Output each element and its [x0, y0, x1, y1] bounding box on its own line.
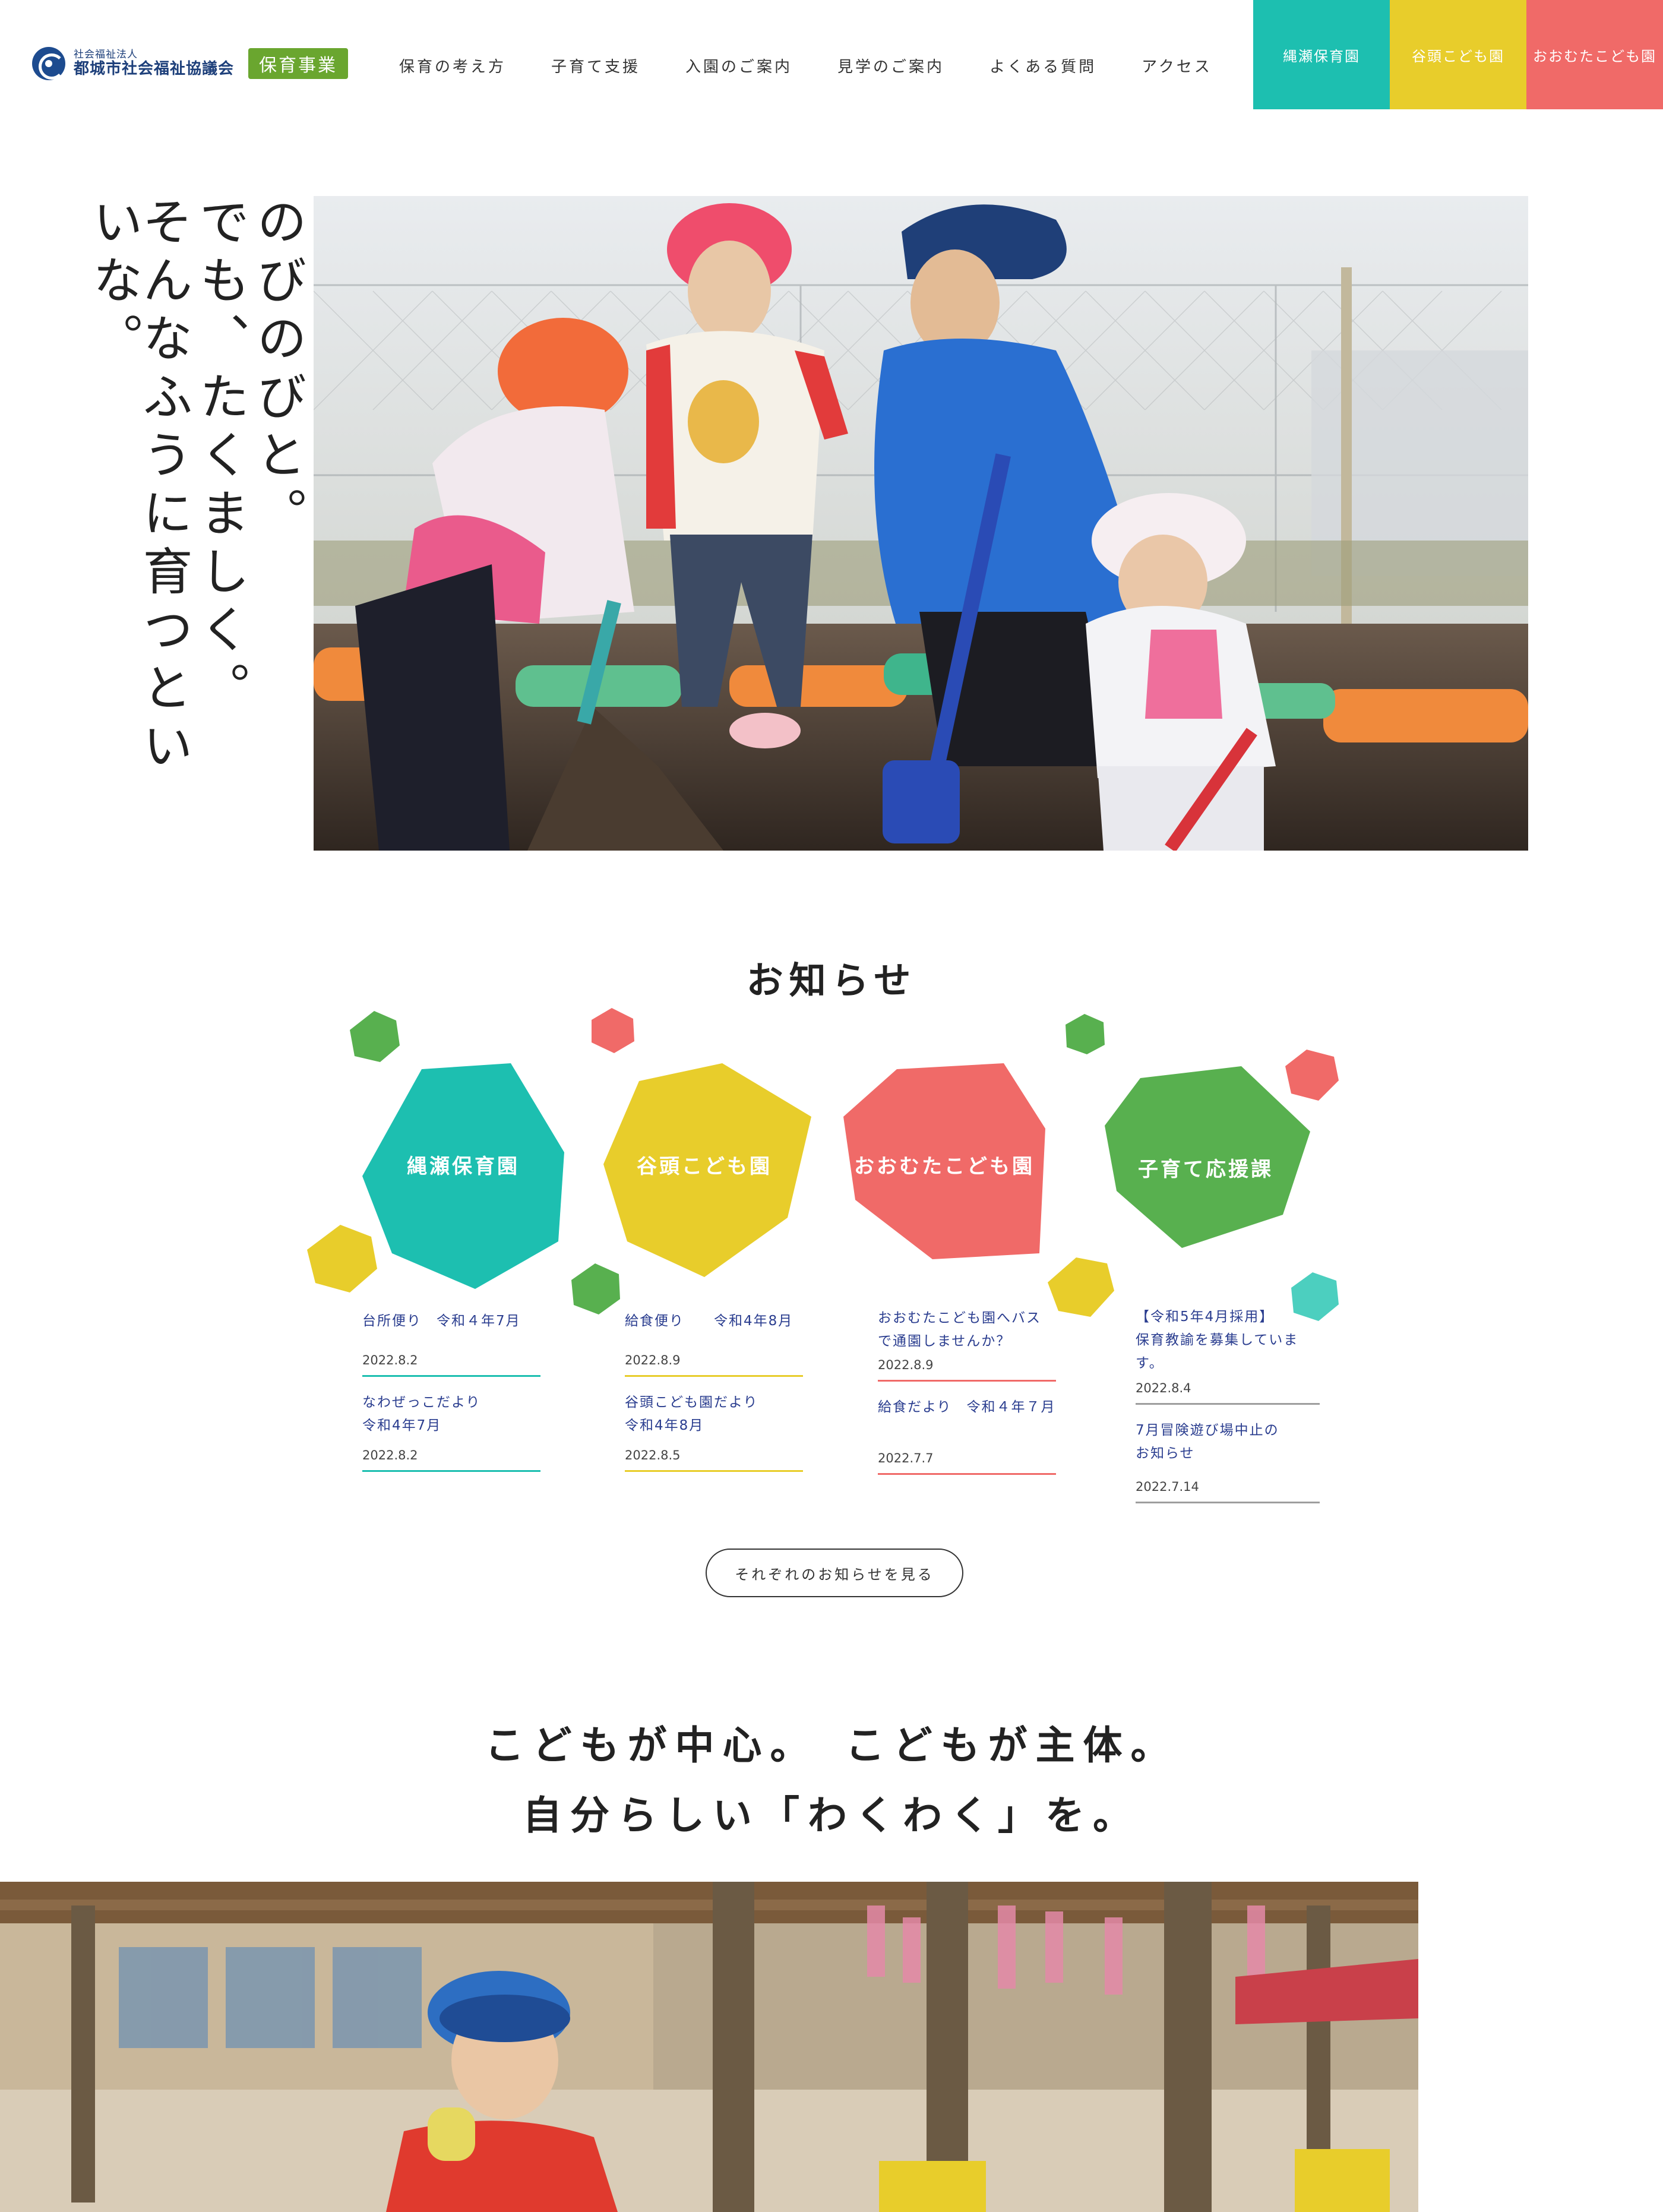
- logo-subtitle: 社会福祉法人: [74, 49, 138, 61]
- news-item-title: 給食便り 令和4年8月: [625, 1313, 793, 1329]
- news-item-date: 2022.8.2: [362, 1353, 418, 1368]
- logo-title: 都城市社会福祉協議会: [74, 60, 235, 78]
- hero-photo: [314, 196, 1528, 851]
- decorative-blob-green: [350, 1011, 400, 1062]
- news-item-title: 谷頭こども園だより 令和4年8月: [625, 1395, 758, 1434]
- news-item[interactable]: 7月冒険遊び場中止の お知らせ 2022.7.14: [1136, 1419, 1320, 1504]
- tab-tanigashira[interactable]: 谷頭こども園: [1390, 0, 1526, 109]
- news-item-title: 給食だより 令和４年７月: [878, 1399, 1056, 1415]
- news-item-title: なわぜっこだより 令和4年7月: [362, 1395, 481, 1434]
- news-item-divider: [878, 1380, 1056, 1382]
- news-item[interactable]: 給食便り 令和4年8月 2022.8.9: [625, 1310, 803, 1377]
- section-badge: 保育事業: [248, 48, 349, 79]
- category-omuta[interactable]: おおむたこども園: [843, 1063, 1045, 1265]
- category-tanigashira[interactable]: 谷頭こども園: [603, 1063, 811, 1277]
- news-item-date: 2022.8.4: [1136, 1381, 1191, 1396]
- view-all-news-button[interactable]: それぞれのお知らせを見る: [706, 1549, 963, 1597]
- site-header: 社会福祉法人 都城市社会福祉協議会 保育事業 保育の考え方 子育て支援 入園のご…: [0, 0, 1663, 109]
- news-column-nawase: 台所便り 令和４年7月 2022.8.2 なわぜっこだより 令和4年7月 202…: [362, 1310, 540, 1486]
- category-label-support: 子育て応援課: [1138, 1157, 1273, 1181]
- news-column-omuta: おおむたこども園へバス で通園しませんか？ 2022.8.9 給食だより 令和４…: [878, 1307, 1056, 1489]
- news-item[interactable]: 谷頭こども園だより 令和4年8月 2022.8.5: [625, 1391, 803, 1472]
- tab-nawase[interactable]: 縄瀬保育園: [1253, 0, 1390, 109]
- nav-childcare-support[interactable]: 子育て支援: [551, 55, 640, 77]
- news-item-divider: [878, 1473, 1056, 1475]
- news-item-date: 2022.7.7: [878, 1451, 934, 1466]
- logo-text: 社会福祉法人 都城市社会福祉協議会: [74, 49, 234, 77]
- news-item[interactable]: 【令和5年4月採用】 保育教諭を募集しています。 2022.8.4: [1136, 1306, 1320, 1405]
- category-support[interactable]: 子育て応援課: [1105, 1066, 1310, 1268]
- nav-tour[interactable]: 見学のご案内: [837, 55, 944, 77]
- park-tabs: 縄瀬保育園 谷頭こども園 おおむたこども園: [1253, 0, 1663, 109]
- news-item-date: 2022.8.9: [878, 1358, 934, 1373]
- playground-photo: [0, 1882, 1418, 2212]
- organization-emblem-icon: [32, 47, 65, 80]
- news-section-title: お知らせ: [746, 959, 917, 1002]
- news-item[interactable]: 給食だより 令和４年７月 2022.7.7: [878, 1396, 1056, 1475]
- news-item-date: 2022.8.5: [625, 1448, 681, 1463]
- slogan-line-1: こどもが中心。 こどもが主体。: [485, 1723, 1178, 1768]
- news-item-date: 2022.7.14: [1136, 1480, 1199, 1494]
- slogan-line-2: 自分らしい「わくわく」を。: [523, 1793, 1140, 1838]
- news-item[interactable]: なわぜっこだより 令和4年7月 2022.8.2: [362, 1391, 540, 1472]
- news-item[interactable]: 台所便り 令和４年7月 2022.8.2: [362, 1310, 540, 1377]
- hero-copy: のびのびと。 でも、たくましく。 そんなふうに育つといいな。: [85, 196, 307, 778]
- news-item-title: おおむたこども園へバス で通園しませんか？: [878, 1310, 1041, 1350]
- nav-faq[interactable]: よくある質問: [989, 55, 1096, 77]
- tab-omuta[interactable]: おおむたこども園: [1526, 0, 1663, 109]
- category-label-tanigashira: 谷頭こども園: [637, 1154, 772, 1178]
- news-item[interactable]: おおむたこども園へバス で通園しませんか？ 2022.8.9: [878, 1307, 1056, 1382]
- nav-access[interactable]: アクセス: [1142, 55, 1212, 77]
- category-nawase[interactable]: 縄瀬保育園: [362, 1063, 564, 1289]
- news-column-support: 【令和5年4月採用】 保育教諭を募集しています。 2022.8.4 7月冒険遊び…: [1136, 1306, 1320, 1518]
- nav-philosophy[interactable]: 保育の考え方: [399, 55, 506, 77]
- category-label-nawase: 縄瀬保育園: [407, 1154, 520, 1178]
- nav-admission[interactable]: 入園のご案内: [685, 55, 792, 77]
- news-item-divider: [1136, 1502, 1320, 1504]
- decorative-blob-green-2: [1066, 1014, 1105, 1054]
- news-item-date: 2022.8.2: [362, 1448, 418, 1463]
- slogan: こどもが中心。 こどもが主体。 自分らしい「わくわく」を。: [0, 1711, 1663, 1851]
- hero-line-1: のびのびと。: [249, 196, 307, 545]
- hero-photo-illustration: [314, 196, 1528, 851]
- hero-line-3: そんなふうに育つといいな。: [85, 196, 193, 778]
- site-logo[interactable]: 社会福祉法人 都城市社会福祉協議会 保育事業: [32, 43, 349, 84]
- news-item-divider: [1136, 1403, 1320, 1405]
- decorative-blob-coral: [592, 1008, 634, 1053]
- news-item-title: 【令和5年4月採用】 保育教諭を募集しています。: [1136, 1309, 1299, 1372]
- playground-photo-illustration: [0, 1882, 1418, 2212]
- news-item-divider: [362, 1470, 540, 1472]
- category-label-omuta: おおむたこども園: [854, 1154, 1035, 1178]
- news-item-date: 2022.8.9: [625, 1353, 681, 1368]
- news-item-title: 7月冒険遊び場中止の お知らせ: [1136, 1423, 1279, 1462]
- news-item-divider: [362, 1375, 540, 1377]
- news-item-divider: [625, 1375, 803, 1377]
- main-nav: 保育の考え方 子育て支援 入園のご案内 見学のご案内 よくある質問 アクセス: [399, 55, 1257, 77]
- news-column-tanigashira: 給食便り 令和4年8月 2022.8.9 谷頭こども園だより 令和4年8月 20…: [625, 1310, 803, 1486]
- hero-line-2: でも、たくましく。: [192, 196, 250, 720]
- news-item-title: 台所便り 令和４年7月: [362, 1313, 521, 1329]
- news-item-divider: [625, 1470, 803, 1472]
